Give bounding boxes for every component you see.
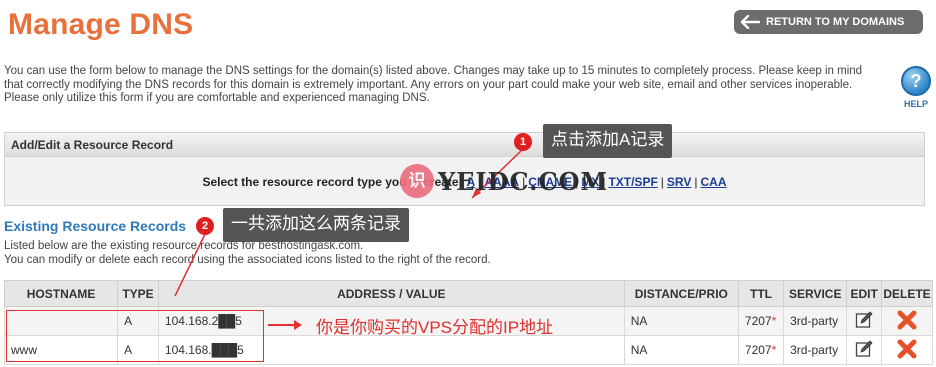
annotation-callout-1: 点击添加A记录	[543, 124, 673, 158]
ttl-star: *	[771, 314, 777, 328]
existing-desc-line-1: Listed below are the existing resource r…	[4, 240, 364, 252]
page-title: Manage DNS	[8, 8, 194, 41]
column-header-type: TYPE	[117, 280, 159, 307]
ttl-star: *	[771, 343, 777, 357]
help-button[interactable]: ? HELP	[898, 66, 934, 109]
delete-cell[interactable]	[880, 306, 934, 336]
ttl-cell: 7207*	[737, 335, 785, 365]
annotation-badge-1: 1	[514, 133, 532, 151]
watermark: 识 YEIDC.COM	[400, 164, 608, 198]
delete-icon[interactable]	[897, 339, 917, 359]
separator: |	[694, 174, 698, 189]
distance-cell: NA	[623, 335, 739, 365]
help-label: HELP	[903, 99, 928, 109]
column-header-address: ADDRESS / VALUE	[157, 280, 625, 307]
intro-text: You can use the form below to manage the…	[4, 65, 863, 104]
edit-cell[interactable]	[846, 335, 882, 365]
existing-records-desc: Listed below are the existing resource r…	[4, 240, 491, 267]
existing-records-title: Existing Resource Records	[4, 218, 187, 234]
distance-cell: NA	[623, 306, 739, 336]
annotation-callout-2: 一共添加这么两条记录	[223, 208, 409, 242]
record-type-link-txt-spf[interactable]: TXT/SPF	[608, 175, 657, 189]
column-header-service: SERVICE	[783, 280, 848, 307]
help-icon: ?	[901, 66, 931, 96]
column-header-hostname: HOSTNAME	[3, 280, 119, 307]
table-header-row: HOSTNAME TYPE ADDRESS / VALUE DISTANCE/P…	[3, 280, 934, 307]
return-button-label: RETURN TO MY DOMAINS	[766, 16, 905, 28]
record-type-prompt: Select the resource record type you w	[202, 174, 420, 189]
edit-icon[interactable]	[855, 339, 873, 358]
arrow-left-icon	[740, 15, 760, 29]
add-edit-panel-title: Add/Edit a Resource Record	[5, 133, 924, 157]
return-to-domains-button[interactable]: RETURN TO MY DOMAINS	[734, 10, 923, 34]
existing-desc-line-2: You can modify or delete each record usi…	[4, 253, 491, 266]
ttl-value: 7207	[744, 343, 772, 357]
record-type-link-srv[interactable]: SRV	[667, 175, 691, 189]
column-header-delete: DELETE	[880, 280, 934, 307]
service-cell: 3rd-party	[783, 335, 848, 365]
watermark-text: YEIDC.COM	[438, 166, 609, 196]
service-cell: 3rd-party	[783, 306, 848, 336]
ttl-cell: 7207*	[737, 306, 785, 336]
edit-icon[interactable]	[855, 310, 873, 329]
delete-icon[interactable]	[897, 310, 917, 330]
column-header-edit: EDIT	[846, 280, 882, 307]
column-header-distance: DISTANCE/PRIO	[623, 280, 739, 307]
annotation-ip-note: 你是你购买的VPS分配的IP地址	[316, 318, 554, 337]
ttl-value: 7207	[744, 314, 772, 328]
annotation-highlight-box	[6, 310, 264, 362]
edit-cell[interactable]	[846, 306, 882, 336]
annotation-badge-2: 2	[196, 217, 214, 235]
separator: |	[660, 174, 664, 189]
record-type-link-caa[interactable]: CAA	[701, 175, 727, 189]
column-header-ttl: TTL	[737, 280, 785, 307]
watermark-logo-icon: 识	[400, 164, 434, 198]
delete-cell[interactable]	[880, 335, 934, 365]
